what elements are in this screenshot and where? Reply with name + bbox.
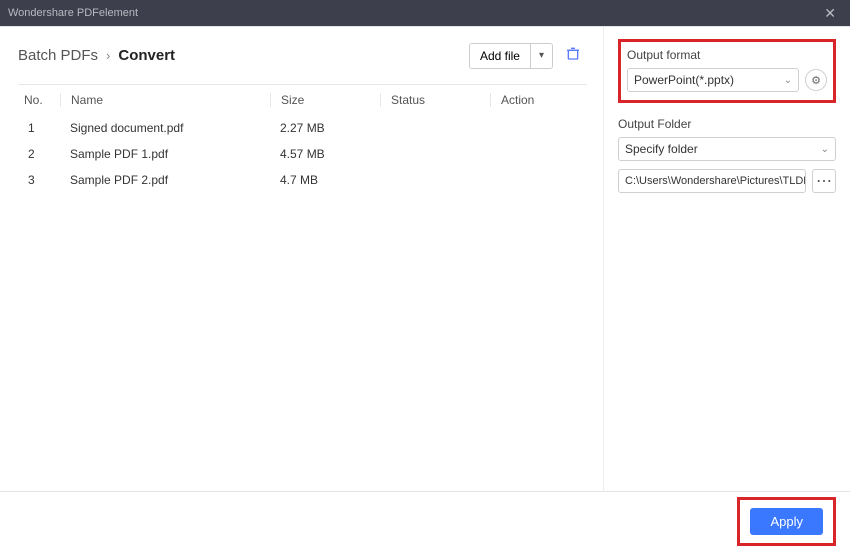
left-panel: Batch PDFs › Convert Add file ▾ No. Name… <box>0 27 604 491</box>
row-name: Sample PDF 2.pdf <box>60 173 270 187</box>
apply-highlight: Apply <box>737 497 836 546</box>
footer: Apply <box>0 491 850 550</box>
output-format-section: Output format PowerPoint(*.pptx) ⌄ ⚙ <box>618 39 836 103</box>
row-no: 1 <box>18 121 60 135</box>
app-title: Wondershare PDFelement <box>8 7 138 19</box>
output-format-label: Output format <box>627 48 827 62</box>
row-name: Signed document.pdf <box>60 121 270 135</box>
clear-list-icon[interactable] <box>559 41 587 70</box>
chevron-down-icon: ⌄ <box>784 75 792 86</box>
output-folder-select[interactable]: Specify folder ⌄ <box>618 137 836 161</box>
row-size: 2.27 MB <box>270 121 380 135</box>
row-name: Sample PDF 1.pdf <box>60 147 270 161</box>
table-row[interactable]: 3 Sample PDF 2.pdf 4.7 MB <box>18 167 587 193</box>
breadcrumb-current: Convert <box>118 47 175 64</box>
output-format-select[interactable]: PowerPoint(*.pptx) ⌄ <box>627 68 799 92</box>
titlebar: Wondershare PDFelement ✕ <box>0 0 850 26</box>
chevron-right-icon: › <box>106 48 110 63</box>
add-file-dropdown[interactable]: ▾ <box>530 44 552 68</box>
add-file-group: Add file ▾ <box>469 43 553 69</box>
breadcrumb-parent[interactable]: Batch PDFs <box>18 47 98 64</box>
close-icon[interactable]: ✕ <box>818 4 842 22</box>
table-row[interactable]: 1 Signed document.pdf 2.27 MB <box>18 115 587 141</box>
toolbar: Add file ▾ <box>469 41 587 70</box>
browse-folder-button[interactable]: ⋯ <box>812 169 836 193</box>
gear-icon: ⚙ <box>811 74 821 87</box>
output-format-row: PowerPoint(*.pptx) ⌄ ⚙ <box>627 68 827 92</box>
breadcrumb: Batch PDFs › Convert <box>18 47 175 64</box>
row-no: 2 <box>18 147 60 161</box>
breadcrumb-row: Batch PDFs › Convert Add file ▾ <box>18 41 587 70</box>
output-folder-label: Output Folder <box>618 117 836 131</box>
output-format-settings-button[interactable]: ⚙ <box>805 69 827 91</box>
output-folder-path-row: C:\Users\Wondershare\Pictures\TLDR T ⋯ <box>618 169 836 193</box>
row-size: 4.7 MB <box>270 173 380 187</box>
chevron-down-icon: ▾ <box>539 50 544 61</box>
main-area: Batch PDFs › Convert Add file ▾ No. Name… <box>0 26 850 491</box>
col-header-no: No. <box>18 93 60 107</box>
output-folder-select-value: Specify folder <box>625 142 698 156</box>
col-header-action: Action <box>490 93 587 107</box>
col-header-size: Size <box>270 93 380 107</box>
row-size: 4.57 MB <box>270 147 380 161</box>
row-no: 3 <box>18 173 60 187</box>
col-header-status: Status <box>380 93 490 107</box>
right-panel: Output format PowerPoint(*.pptx) ⌄ ⚙ Out… <box>604 27 850 491</box>
add-file-button[interactable]: Add file <box>470 44 530 68</box>
col-header-name: Name <box>60 93 270 107</box>
output-format-value: PowerPoint(*.pptx) <box>634 73 734 87</box>
table-row[interactable]: 2 Sample PDF 1.pdf 4.57 MB <box>18 141 587 167</box>
table-header: No. Name Size Status Action <box>18 84 587 115</box>
ellipsis-icon: ⋯ <box>816 171 832 191</box>
chevron-down-icon: ⌄ <box>821 144 829 155</box>
output-folder-path: C:\Users\Wondershare\Pictures\TLDR T <box>618 169 806 193</box>
apply-button[interactable]: Apply <box>750 508 823 535</box>
